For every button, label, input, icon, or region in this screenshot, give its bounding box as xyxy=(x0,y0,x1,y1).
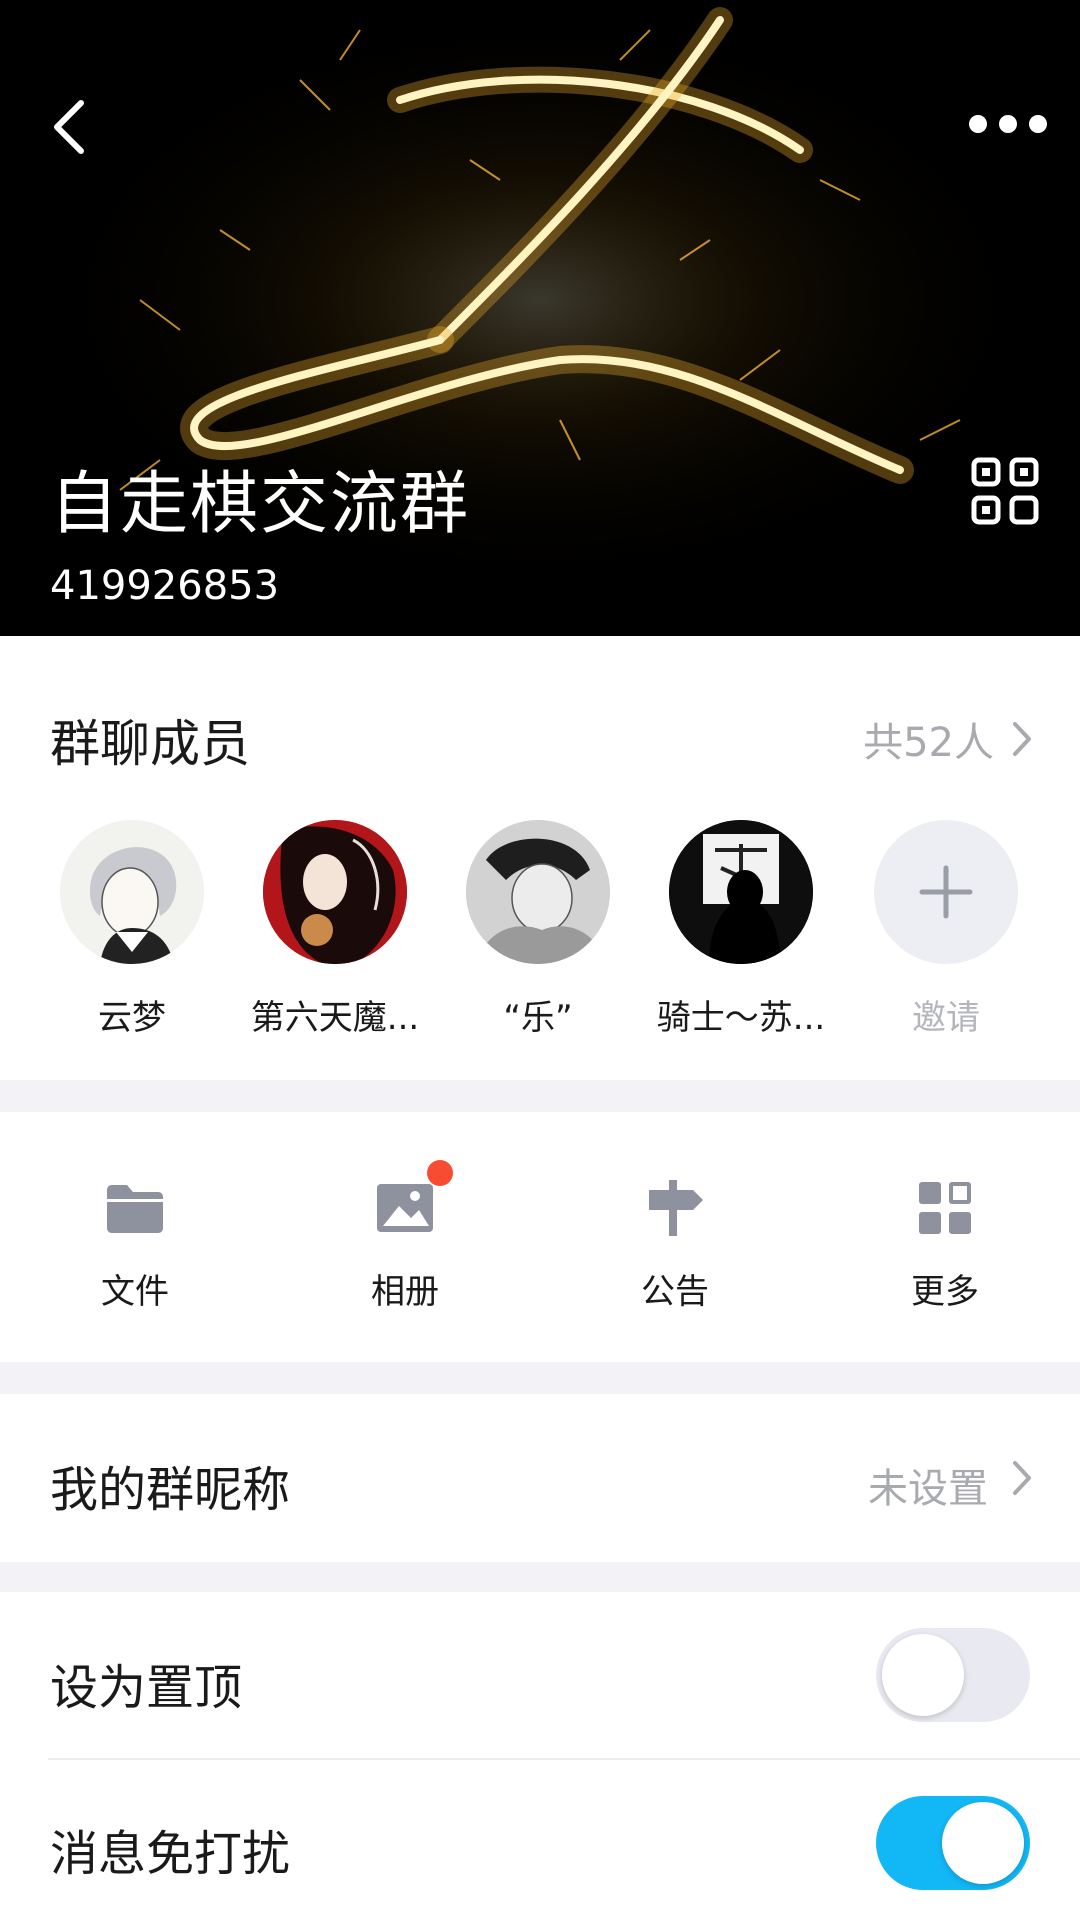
section-gap xyxy=(0,1362,1080,1394)
mute-toggle[interactable] xyxy=(876,1796,1030,1890)
pin-label: 设为置顶 xyxy=(50,1660,243,1716)
section-gap xyxy=(0,1080,1080,1112)
group-id: 419926853 xyxy=(50,563,280,609)
pin-to-top-row: 设为置顶 xyxy=(0,1592,1080,1760)
nickname-value: 未设置 xyxy=(868,1466,988,1512)
group-banner: 自走棋交流群 419926853 xyxy=(0,0,1080,636)
section-gap xyxy=(0,1562,1080,1592)
qr-code-button[interactable] xyxy=(970,456,1040,526)
members-section: 群聊成员 共52人 云梦 第六天魔... “乐” 骑士～苏... 邀请 xyxy=(0,636,1080,1080)
members-title: 群聊成员 xyxy=(50,715,250,773)
grid-icon xyxy=(919,1182,971,1234)
invite-label: 邀请 xyxy=(912,998,980,1038)
members-count: 共52人 xyxy=(863,720,994,766)
avatar xyxy=(874,820,1018,964)
pin-toggle[interactable] xyxy=(876,1628,1030,1722)
member-name: 骑士～苏... xyxy=(656,998,826,1038)
member-name: 云梦 xyxy=(98,998,166,1038)
avatar xyxy=(669,820,813,964)
tool-label: 相册 xyxy=(371,1272,439,1312)
mute-label: 消息免打扰 xyxy=(50,1826,291,1882)
member-item[interactable]: “乐” xyxy=(443,820,633,1039)
nickname-label: 我的群昵称 xyxy=(50,1462,291,1518)
avatar xyxy=(60,820,204,964)
back-button[interactable] xyxy=(40,95,96,159)
member-item[interactable]: 云梦 xyxy=(37,820,227,1039)
my-group-nickname-row[interactable]: 我的群昵称 未设置 xyxy=(0,1394,1080,1562)
group-name: 自走棋交流群 xyxy=(50,465,471,544)
tool-album[interactable]: 相册 xyxy=(325,1160,485,1313)
tool-label: 文件 xyxy=(101,1272,169,1312)
avatar xyxy=(263,820,407,964)
tool-more[interactable]: 更多 xyxy=(865,1176,1025,1313)
group-tools-section: 文件 相册 公告 更多 xyxy=(0,1112,1080,1362)
member-item[interactable]: 第六天魔... xyxy=(240,820,430,1039)
invite-member-button[interactable]: 邀请 xyxy=(851,820,1041,1039)
toggle-knob xyxy=(882,1634,964,1716)
member-avatar-row: 云梦 第六天魔... “乐” 骑士～苏... 邀请 xyxy=(0,820,1080,1040)
avatar xyxy=(466,820,610,964)
more-options-button[interactable] xyxy=(960,104,1056,144)
chevron-right-icon xyxy=(1013,1461,1031,1495)
tool-announcement[interactable]: 公告 xyxy=(595,1176,755,1313)
member-item[interactable]: 骑士～苏... xyxy=(646,820,836,1039)
tool-label: 公告 xyxy=(641,1272,709,1312)
mute-notifications-row: 消息免打扰 xyxy=(0,1760,1080,1920)
member-name: 第六天魔... xyxy=(250,998,420,1038)
folder-icon xyxy=(107,1185,163,1233)
new-badge xyxy=(427,1160,453,1186)
member-name: “乐” xyxy=(503,998,573,1038)
group-settings-page: 自走棋交流群 419926853 群聊成员 共52人 云梦 第六天魔... “乐… xyxy=(0,0,1080,1920)
photo-album-icon xyxy=(377,1184,433,1232)
chevron-right-icon xyxy=(1013,722,1031,756)
qr-code-icon xyxy=(971,457,1039,525)
ellipsis-icon xyxy=(969,115,987,133)
signpost-icon xyxy=(649,1180,703,1236)
plus-icon xyxy=(919,865,973,919)
tool-label: 更多 xyxy=(911,1272,979,1312)
tool-files[interactable]: 文件 xyxy=(55,1176,215,1313)
ellipsis-icon xyxy=(999,115,1017,133)
ellipsis-icon xyxy=(1029,115,1047,133)
toggle-knob xyxy=(942,1802,1024,1884)
chevron-left-icon xyxy=(54,100,84,154)
members-count-link[interactable]: 共52人 xyxy=(863,710,1032,768)
